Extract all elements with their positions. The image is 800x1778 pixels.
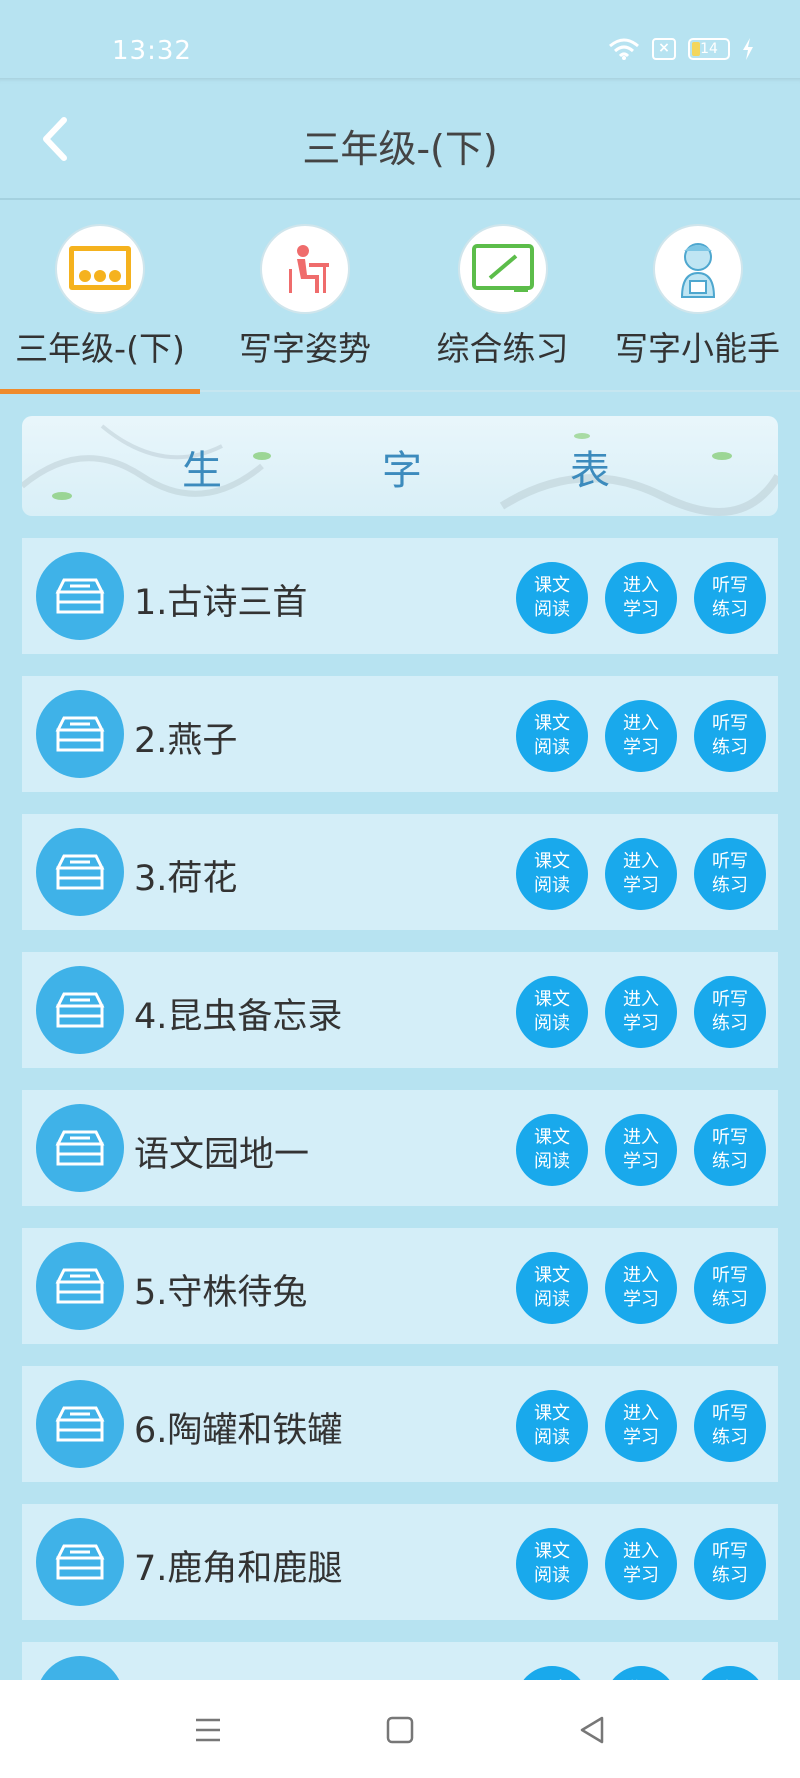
vocabulary-banner[interactable]: 生 字 表	[22, 416, 778, 516]
lesson-title: 3.荷花	[134, 859, 238, 899]
banner-title: 生 字 表	[22, 416, 778, 516]
banner-char: 表	[570, 448, 610, 494]
page-title: 三年级-(下)	[302, 127, 498, 171]
status-icons: × 14	[608, 38, 754, 60]
enter-study-button[interactable]: 进入学习	[605, 1528, 677, 1600]
lesson-title: 7.鹿角和鹿腿	[134, 1549, 343, 1589]
lesson-title: 4.昆虫备忘录	[134, 997, 343, 1037]
writing-posture-icon	[260, 224, 350, 314]
book-stack-icon	[36, 1518, 124, 1606]
text-reading-button[interactable]: 课文阅读	[516, 1528, 588, 1600]
book-stack-icon	[36, 828, 124, 916]
enter-study-button[interactable]: 进入学习	[605, 1390, 677, 1462]
classroom-icon	[55, 224, 145, 314]
text-reading-button[interactable]: 课文阅读	[516, 700, 588, 772]
lesson-row[interactable]: 5.守株待兔 课文 阅读 进入 学习 听写 练习	[22, 1228, 778, 1344]
lesson-row[interactable]: 2.燕子 课文 阅读 进入 学习 听写 练习	[22, 676, 778, 792]
tab-comprehensive-practice[interactable]: 综合练习	[410, 202, 595, 392]
book-stack-icon	[36, 1242, 124, 1330]
sim-x-icon: ×	[652, 38, 676, 60]
text-reading-button[interactable]: 课文阅读	[516, 976, 588, 1048]
lesson-row[interactable]: 7.鹿角和鹿腿 课文 阅读 进入 学习 听写 练习	[22, 1504, 778, 1620]
lesson-list: 1.古诗三首 课文 阅读 进入 学习 听写 练习 2.燕子 课文 阅读 进入 学习 听写练…	[22, 538, 778, 1778]
dictation-practice-button[interactable]: 听写练习	[694, 700, 766, 772]
banner-char: 生	[182, 448, 222, 494]
enter-study-button[interactable]: 进入学习	[605, 1252, 677, 1324]
dictation-practice-button[interactable]: 听写练习	[694, 562, 766, 634]
battery-icon: 14	[688, 38, 730, 60]
dictation-practice-button[interactable]: 听写练习	[694, 1528, 766, 1600]
lesson-title: 2.燕子	[134, 721, 238, 761]
lesson-title: 6.陶罐和铁罐	[134, 1411, 343, 1451]
tab-writing-expert[interactable]: 写字小能手	[595, 202, 800, 392]
status-bar: 13:32 × 14	[0, 0, 800, 78]
lesson-row[interactable]: 语文园地一 课文 阅读 进入 学习 听写 练习	[22, 1090, 778, 1206]
dictation-practice-button[interactable]: 听写练习	[694, 1252, 766, 1324]
tab-label: 三年级-(下)	[15, 329, 185, 368]
banner-char: 字	[382, 448, 422, 494]
text-reading-button[interactable]: 课文阅读	[516, 562, 588, 634]
dictation-practice-button[interactable]: 听写练习	[694, 1390, 766, 1462]
lesson-row[interactable]: 3.荷花 课文 阅读 进入 学习 听写 练习	[22, 814, 778, 930]
lesson-title: 语文园地一	[134, 1135, 310, 1175]
dictation-practice-button[interactable]: 听写练习	[694, 1114, 766, 1186]
text-reading-button[interactable]: 课文阅读	[516, 1114, 588, 1186]
category-tabs: 三年级-(下) 写字姿势 综合练习 写字小能手	[0, 202, 800, 394]
student-avatar-icon	[652, 224, 743, 314]
charging-bolt-icon	[743, 38, 753, 60]
lesson-row[interactable]: 4.昆虫备忘录 课文 阅读 进入 学习 听写 练习	[22, 952, 778, 1068]
tab-grade-three[interactable]: 三年级-(下)	[0, 202, 200, 394]
tab-writing-posture[interactable]: 写字姿势	[200, 202, 410, 392]
enter-study-button[interactable]: 进入学习	[605, 838, 677, 910]
enter-study-button[interactable]: 进入学习	[605, 700, 677, 772]
app-bar: 三年级-(下)	[0, 78, 800, 200]
text-reading-button[interactable]: 课文阅读	[516, 1252, 588, 1324]
text-reading-button[interactable]: 课文阅读	[516, 838, 588, 910]
dictation-practice-button[interactable]: 听写练习	[694, 976, 766, 1048]
home-square-icon[interactable]	[380, 1710, 420, 1750]
lesson-row[interactable]: 1.古诗三首 课文 阅读 进入 学习 听写 练习	[22, 538, 778, 654]
battery-level: 14	[700, 41, 718, 57]
menu-icon[interactable]	[188, 1710, 228, 1750]
book-stack-icon	[36, 966, 124, 1054]
dictation-practice-button[interactable]: 听写练习	[694, 838, 766, 910]
book-stack-icon	[36, 1380, 124, 1468]
enter-study-button[interactable]: 进入学习	[605, 562, 677, 634]
back-triangle-icon[interactable]	[572, 1710, 612, 1750]
status-time: 13:32	[112, 36, 192, 66]
enter-study-button[interactable]: 进入学习	[605, 1114, 677, 1186]
book-stack-icon	[36, 690, 124, 778]
tab-label: 综合练习	[436, 329, 569, 368]
enter-study-button[interactable]: 进入学习	[605, 976, 677, 1048]
tab-label: 写字小能手	[615, 329, 780, 368]
wifi-icon	[609, 38, 639, 60]
tab-label: 写字姿势	[239, 329, 371, 368]
lesson-title: 5.守株待兔	[134, 1273, 308, 1313]
book-stack-icon	[36, 1104, 124, 1192]
lesson-title: 1.古诗三首	[134, 583, 308, 623]
text-reading-button[interactable]: 课文阅读	[516, 1390, 588, 1462]
book-stack-icon	[36, 552, 124, 640]
lesson-row[interactable]: 6.陶罐和铁罐 课文 阅读 进入 学习 听写 练习	[22, 1366, 778, 1482]
system-nav-bar	[0, 1680, 800, 1778]
blackboard-icon	[457, 224, 548, 314]
